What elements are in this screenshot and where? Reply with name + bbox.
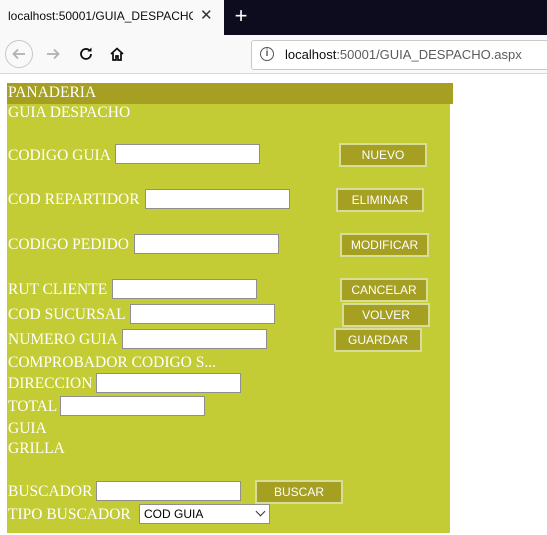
- forward-arrow-icon: [47, 48, 60, 60]
- cancelar-button[interactable]: CANCELAR: [340, 278, 428, 302]
- nuevo-button[interactable]: NUEVO: [339, 143, 427, 167]
- buscador-label: BUSCADOR: [8, 483, 93, 500]
- rut-cliente-label: RUT CLIENTE: [8, 281, 108, 298]
- close-tab-icon[interactable]: ✕: [200, 8, 213, 24]
- chevron-down-icon: [255, 506, 266, 517]
- browser-tab[interactable]: localhost:50001/GUIA_DESPACHO.a ✕: [0, 0, 224, 35]
- reload-icon: [80, 47, 92, 60]
- info-icon[interactable]: i: [260, 47, 274, 61]
- navigation-bar: i localhost:50001/GUIA_DESPACHO.aspx: [0, 35, 547, 74]
- reload-button[interactable]: [72, 40, 100, 68]
- codigo-guia-input[interactable]: [115, 144, 260, 164]
- modificar-button[interactable]: MODIFICAR: [340, 233, 429, 257]
- comprobador-label: COMPROBADOR CODIGO S...: [8, 354, 216, 371]
- home-icon: [110, 47, 124, 61]
- url-text: localhost:50001/GUIA_DESPACHO.aspx: [285, 47, 522, 62]
- new-tab-icon[interactable]: +: [230, 4, 252, 28]
- page-title: GUIA DESPACHO: [8, 104, 131, 121]
- buscador-input[interactable]: [96, 481, 241, 501]
- forward-button[interactable]: [39, 40, 67, 68]
- tipo-buscador-label: TIPO BUSCADOR: [8, 506, 131, 523]
- direccion-label: DIRECCION: [8, 375, 93, 392]
- brand-title: PANADERIA: [8, 84, 97, 101]
- cod-repartidor-label: COD REPARTIDOR: [8, 191, 140, 208]
- codigo-pedido-input[interactable]: [134, 234, 279, 254]
- codigo-guia-label: CODIGO GUIA: [8, 147, 111, 164]
- grilla-label: GRILLA: [8, 440, 65, 457]
- buscar-button[interactable]: BUSCAR: [255, 480, 343, 504]
- tipo-buscador-select[interactable]: COD GUIA: [139, 504, 270, 524]
- numero-guia-label: NUMERO GUIA: [8, 331, 118, 348]
- cod-repartidor-input[interactable]: [145, 189, 290, 209]
- url-host: localhost: [285, 47, 337, 62]
- cod-sucursal-input[interactable]: [130, 304, 275, 324]
- total-label: TOTAL: [8, 398, 58, 415]
- rut-cliente-input[interactable]: [112, 279, 257, 299]
- cod-sucursal-label: COD SUCURSAL: [8, 306, 126, 323]
- codigo-pedido-label: CODIGO PEDIDO: [8, 236, 129, 253]
- direccion-input[interactable]: [96, 373, 241, 393]
- guia-label: GUIA: [8, 420, 47, 437]
- tipo-buscador-value: COD GUIA: [144, 507, 204, 521]
- tab-title: localhost:50001/GUIA_DESPACHO.a: [8, 9, 193, 23]
- numero-guia-input[interactable]: [122, 329, 267, 349]
- home-button[interactable]: [103, 40, 131, 68]
- browser-tab-bar: localhost:50001/GUIA_DESPACHO.a ✕ +: [0, 0, 547, 35]
- url-path: :50001/GUIA_DESPACHO.aspx: [336, 47, 522, 62]
- guardar-button[interactable]: GUARDAR: [334, 328, 422, 352]
- volver-button[interactable]: VOLVER: [342, 303, 430, 327]
- back-button[interactable]: [5, 40, 33, 68]
- total-input[interactable]: [60, 396, 205, 416]
- eliminar-button[interactable]: ELIMINAR: [336, 188, 424, 212]
- back-arrow-icon: [12, 48, 25, 60]
- address-bar[interactable]: i localhost:50001/GUIA_DESPACHO.aspx: [251, 40, 547, 70]
